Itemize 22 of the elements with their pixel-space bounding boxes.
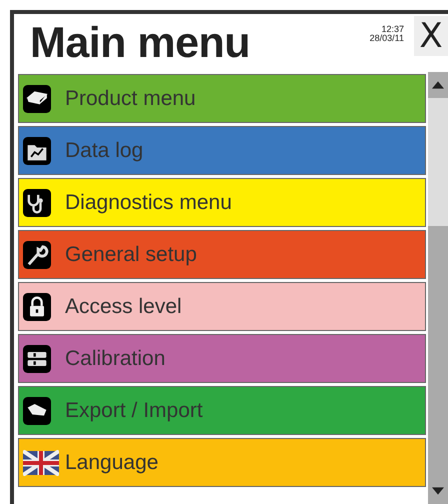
scrollbar[interactable] <box>428 72 448 504</box>
menu-item[interactable]: Product menu <box>18 74 426 123</box>
flag-icon <box>23 450 59 476</box>
menu-item[interactable]: Data log <box>18 126 426 175</box>
menu-item[interactable]: General setup <box>18 230 426 279</box>
scrollbar-thumb[interactable] <box>428 98 448 226</box>
padlock-icon <box>23 292 51 320</box>
scroll-up-icon[interactable] <box>432 80 444 90</box>
menu-item[interactable]: Access level <box>18 282 426 331</box>
close-button[interactable]: X <box>414 16 448 56</box>
sliders-icon <box>23 344 51 372</box>
tray-icon <box>23 84 51 112</box>
menu-item[interactable]: Export / Import <box>18 386 426 435</box>
menu-item[interactable]: Calibration <box>18 334 426 383</box>
stethoscope-icon <box>23 188 51 216</box>
window-title: Main menu <box>30 18 252 68</box>
timestamp: 12:37 28/03/11 <box>370 25 404 43</box>
menu-item[interactable]: Language <box>18 438 426 487</box>
menu-item[interactable]: Diagnostics menu <box>18 178 426 227</box>
folder-chart-icon <box>23 136 51 164</box>
scroll-down-icon[interactable] <box>432 486 444 496</box>
wrench-icon <box>23 240 51 268</box>
